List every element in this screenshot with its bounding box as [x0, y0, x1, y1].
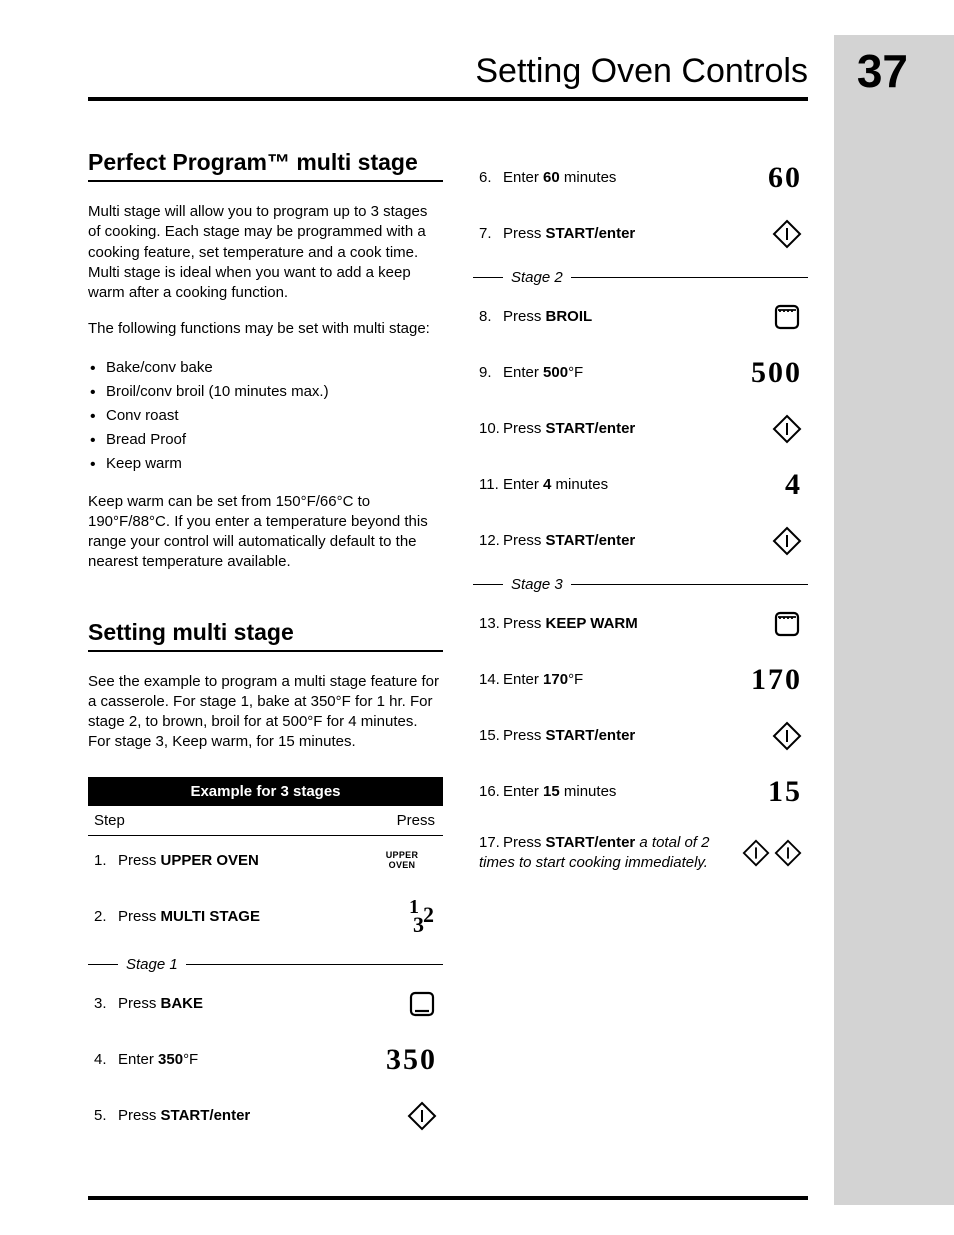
- upper-oven-icon: UPPEROVEN: [367, 851, 437, 870]
- col-press-label: Press: [397, 812, 435, 829]
- para-example-intro: See the example to program a multi stage…: [88, 672, 443, 753]
- start-enter-icon: [774, 839, 802, 867]
- start-enter-icon: [742, 839, 770, 867]
- example-table-header: Example for 3 stages: [88, 777, 443, 806]
- step-10: 10.Press START/enter: [473, 402, 808, 456]
- functions-list: Bake/conv bake Broil/conv broil (10 minu…: [88, 356, 443, 476]
- stage-2-divider: Stage 2: [473, 261, 808, 290]
- step-8: 8.Press BROIL: [473, 290, 808, 344]
- list-item: Bake/conv bake: [106, 356, 443, 380]
- start-enter-icon: [407, 1101, 437, 1131]
- list-item: Broil/conv broil (10 minutes max.): [106, 380, 443, 404]
- broil-icon: [772, 302, 802, 332]
- step-5: 5.Press START/enter: [88, 1089, 443, 1143]
- section-title-perfect-program: Perfect Program™ multi stage: [88, 149, 443, 182]
- step-7: 7.Press START/enter: [473, 207, 808, 261]
- step-11: 11.Enter 4 minutes 4: [473, 456, 808, 514]
- para-intro: Multi stage will allow you to program up…: [88, 202, 443, 303]
- para-functions-lead: The following functions may be set with …: [88, 319, 443, 339]
- step-14: 14.Enter 170°F 170: [473, 651, 808, 709]
- display-350: 350: [367, 1043, 437, 1077]
- list-item: Conv roast: [106, 404, 443, 428]
- step-9: 9.Enter 500°F 500: [473, 344, 808, 402]
- list-item: Keep warm: [106, 452, 443, 476]
- step-4: 4.Enter 350°F 350: [88, 1031, 443, 1089]
- display-500: 500: [732, 356, 802, 390]
- list-item: Bread Proof: [106, 428, 443, 452]
- step-1: 1.Press UPPER OVEN UPPEROVEN: [88, 836, 443, 886]
- keep-warm-icon: [772, 609, 802, 639]
- start-enter-icon: [772, 526, 802, 556]
- stage-3-divider: Stage 3: [473, 568, 808, 597]
- step-3: 3.Press BAKE: [88, 977, 443, 1031]
- footer-rule: [88, 1196, 808, 1200]
- step-12: 12.Press START/enter: [473, 514, 808, 568]
- page-header: Setting Oven Controls 37: [88, 52, 808, 101]
- left-column: Perfect Program™ multi stage Multi stage…: [88, 149, 443, 1143]
- step-6: 6.Enter 60 minutes 60: [473, 149, 808, 207]
- start-enter-icon: [772, 219, 802, 249]
- section-title-setting-multi-stage: Setting multi stage: [88, 619, 443, 652]
- col-step-label: Step: [94, 812, 125, 829]
- display-15: 15: [732, 775, 802, 809]
- step-16: 16.Enter 15 minutes 15: [473, 763, 808, 821]
- step-2: 2.Press MULTI STAGE 123: [88, 886, 443, 948]
- para-keep-warm-note: Keep warm can be set from 150°F/66°C to …: [88, 492, 443, 573]
- step-17: 17.Press START/enter a total of 2 times …: [473, 821, 808, 884]
- stage-1-divider: Stage 1: [88, 948, 443, 977]
- page-content: Setting Oven Controls 37 Perfect Program…: [88, 52, 808, 1143]
- page-title: Setting Oven Controls: [475, 52, 808, 91]
- multi-stage-icon: 123: [407, 898, 437, 932]
- display-4: 4: [732, 468, 802, 502]
- display-170: 170: [732, 663, 802, 697]
- table-column-headers: Step Press: [88, 806, 443, 836]
- display-60: 60: [732, 161, 802, 195]
- side-tab: [834, 35, 954, 1205]
- start-enter-icon: [772, 721, 802, 751]
- step-13: 13.Press KEEP WARM: [473, 597, 808, 651]
- start-enter-icon: [772, 414, 802, 444]
- bake-icon: [407, 989, 437, 1019]
- page-number: 37: [857, 44, 908, 98]
- right-column: 6.Enter 60 minutes 60 7.Press START/ente…: [473, 149, 808, 1143]
- step-15: 15.Press START/enter: [473, 709, 808, 763]
